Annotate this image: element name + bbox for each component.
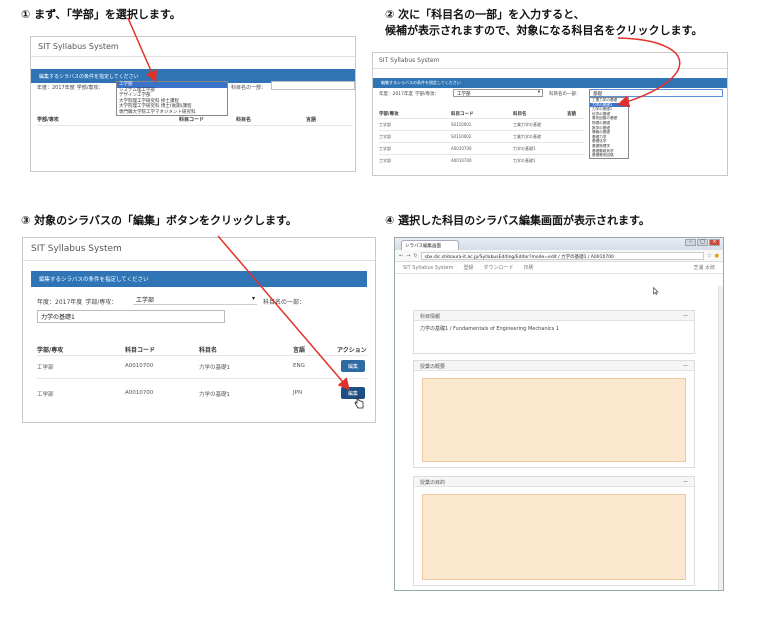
year-label: 年度：2017年度	[379, 92, 413, 97]
cell-name: 力学の基礎1	[513, 146, 536, 151]
subject-label: 科目名の一部：	[231, 85, 267, 91]
year-label: 年度：2017年度	[37, 85, 75, 91]
suggestion-item[interactable]: 基礎電気回路	[590, 153, 628, 158]
collapse-icon[interactable]: —	[683, 363, 688, 369]
col-header: アクション	[337, 347, 367, 354]
cell-code: A0010700	[125, 363, 154, 369]
step3-screenshot: SIT Syllabus System 編集するシラバスの条件を指定してください…	[22, 237, 376, 423]
step1-screenshot: SIT Syllabus System 編集するシラバスの条件を指定してください…	[30, 36, 356, 172]
cell-name: 力学の基礎1	[199, 365, 230, 371]
user-menu[interactable]: 芝浦 太郎	[693, 264, 715, 271]
cell-dept: 工学部	[379, 158, 391, 163]
menu-register[interactable]: 登録	[463, 264, 473, 271]
menu-print[interactable]: 印刷	[523, 264, 533, 271]
year-label: 年度：2017年度	[37, 299, 83, 306]
col-header: 科目名	[236, 117, 252, 123]
cell-dept: 工学部	[379, 122, 391, 127]
chevron-down-icon: ▾	[251, 295, 255, 302]
step3-title: ③ 対象のシラバスの「編集」ボタンをクリックします。	[21, 214, 297, 227]
course-info-text: 力学の基礎1 / Fundamentals of Engineering Mec…	[420, 326, 559, 332]
forward-icon[interactable]: →	[406, 253, 410, 259]
collapse-icon[interactable]: —	[683, 479, 688, 485]
panel-title: 授業の概要	[420, 364, 446, 370]
col-header: 言語	[306, 117, 317, 123]
dept-label: 学部/専攻：	[414, 92, 439, 97]
col-header: 言語	[567, 112, 576, 117]
cell-code: S0110002	[451, 134, 472, 139]
subject-input[interactable]	[271, 81, 355, 90]
app-title: SIT Syllabus System	[373, 53, 727, 69]
browser-tab[interactable]: シラバス編集画面	[401, 240, 459, 250]
close-icon[interactable]: ×	[709, 239, 720, 246]
cell-lang: ENG	[293, 363, 305, 369]
course-info-panel: 科目情報 — 力学の基礎1 / Fundamentals of Engineer…	[413, 310, 695, 354]
filter-banner: 編集するシラバスの条件を指定してください	[373, 78, 727, 88]
hand-cursor-icon	[354, 395, 364, 409]
address-bar[interactable]: sbx.dic.shibaura-it.ac.jp/SyllabusEditin…	[420, 251, 705, 260]
app-brand: SIT Syllabus System	[403, 264, 454, 271]
col-header: 言語	[293, 347, 306, 354]
star-icon[interactable]: ☆	[707, 253, 711, 259]
subject-label: 科目名の一部：	[263, 299, 306, 306]
dept-select[interactable]: 工学部 ▾	[133, 294, 257, 305]
step2-screenshot: SIT Syllabus System 編集するシラバスの条件を指定してください…	[372, 52, 728, 176]
purpose-textarea[interactable]	[422, 494, 686, 580]
subject-label: 科目名の一部：	[549, 92, 581, 97]
reload-icon[interactable]: ↻	[413, 253, 417, 259]
subject-input[interactable]: 基礎	[589, 89, 723, 97]
cell-code: S0110001	[451, 122, 472, 127]
col-header: 科目コード	[179, 117, 205, 123]
col-header: 学部/専攻	[37, 347, 64, 354]
step4-title: ④ 選択した科目のシラバス編集画面が表示されます。	[385, 214, 650, 227]
col-header: 科目コード	[451, 112, 474, 117]
app-title: SIT Syllabus System	[31, 37, 355, 57]
step1-title: ① まず、「学部」を選択します。	[21, 8, 181, 21]
cell-lang: JPN	[293, 390, 303, 396]
dept-option[interactable]: 専門職大学院工学マネジメント研究科	[117, 110, 227, 116]
col-header: 学部/専攻	[37, 117, 59, 123]
cell-dept: 工学部	[37, 392, 54, 398]
overview-panel: 授業の概要 —	[413, 360, 695, 468]
step2-title-line1: ② 次に「科目名の一部」を入力すると、	[385, 8, 585, 21]
cell-dept: 工学部	[379, 134, 391, 139]
subject-suggestions[interactable]: 工業力学の基礎 力学の基礎1 力学の基礎2 化学の基礎 電気回路の基礎 物理の基…	[589, 97, 629, 159]
col-header: 科目コード	[125, 347, 156, 354]
minimize-icon[interactable]: –	[685, 239, 696, 246]
dept-label: 学部/専攻：	[85, 299, 118, 306]
cell-name: 力学の基礎1	[513, 158, 536, 163]
cell-name: 力学の基礎1	[199, 392, 230, 398]
panel-title: 授業の目的	[420, 480, 446, 486]
scrollbar[interactable]	[718, 286, 723, 590]
overview-textarea[interactable]	[422, 378, 686, 462]
step4-browser-window: シラバス編集画面 – □ × ← → ↻ sbx.dic.shibaura-it…	[394, 237, 724, 591]
dept-select[interactable]: 工学部 ▾	[453, 89, 543, 97]
menu-download[interactable]: ダウンロード	[483, 264, 513, 271]
back-icon[interactable]: ←	[399, 253, 403, 259]
col-header: 科目名	[199, 347, 218, 354]
filter-banner: 編集するシラバスの条件を指定してください	[31, 271, 367, 287]
cell-code: A0010700	[451, 158, 472, 163]
cell-code: A0010700	[451, 146, 472, 151]
cell-code: A0010700	[125, 390, 154, 396]
cell-dept: 工学部	[379, 146, 391, 151]
cell-name: 工業力学の基礎	[513, 134, 541, 139]
cell-dept: 工学部	[37, 365, 54, 371]
edit-button[interactable]: 編集	[341, 360, 365, 372]
purpose-panel: 授業の目的 —	[413, 476, 695, 586]
step2-title-line2: 候補が表示されますので、対象になる科目名をクリックします。	[385, 24, 703, 37]
chevron-down-icon: ▾	[537, 90, 540, 95]
collapse-icon[interactable]: —	[683, 313, 688, 319]
dept-label: 学部/専攻：	[76, 85, 104, 91]
cell-name: 工業力学の基礎	[513, 122, 541, 127]
maximize-icon[interactable]: □	[697, 239, 708, 246]
mouse-pointer-icon	[653, 287, 659, 295]
col-header: 学部/専攻	[379, 112, 399, 117]
extension-icon[interactable]: ●	[715, 253, 719, 259]
subject-input[interactable]: 力学の基礎1	[37, 310, 225, 323]
col-header: 科目名	[513, 112, 527, 117]
app-title: SIT Syllabus System	[23, 238, 375, 261]
dept-dropdown-list[interactable]: 工学部 システム理工学部 デザイン工学部 大学院理工学研究科 修士課程 大学院理…	[116, 81, 228, 116]
panel-title: 科目情報	[420, 314, 441, 320]
